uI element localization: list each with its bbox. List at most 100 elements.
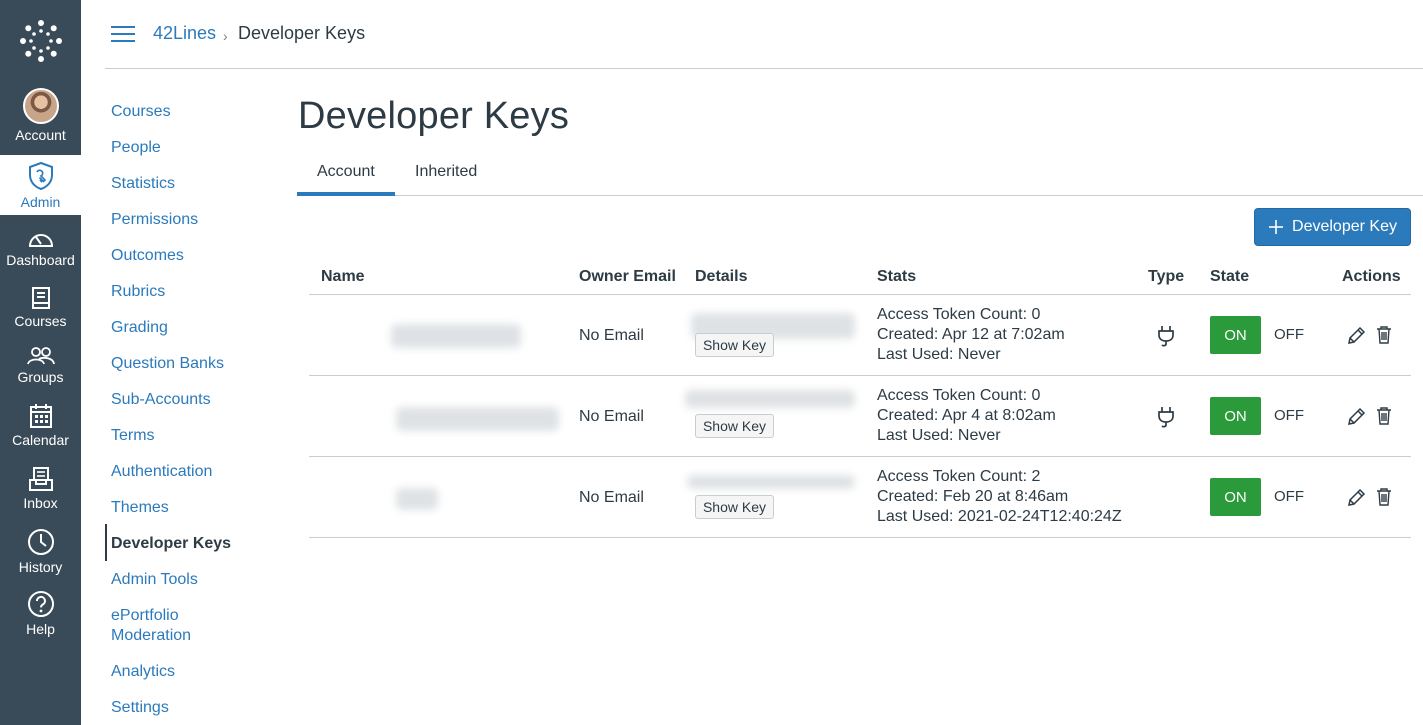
header: 42Lines › Developer Keys — [105, 0, 1423, 69]
state-on-button[interactable]: ON — [1210, 316, 1261, 354]
tab-account[interactable]: Account — [317, 162, 375, 182]
account-nav-developer-keys[interactable]: Developer Keys — [111, 534, 231, 554]
owner-email: No Email — [579, 489, 644, 506]
courses-icon — [31, 287, 50, 309]
plug-icon — [1158, 407, 1174, 428]
state-off-button[interactable]: OFF — [1274, 406, 1304, 426]
account-nav-sub-accounts[interactable]: Sub-Accounts — [111, 390, 211, 410]
key-stats: Access Token Count: 2 Created: Feb 20 at… — [877, 467, 1122, 527]
state-on-button[interactable]: ON — [1210, 397, 1261, 435]
edit-pencil-icon[interactable] — [1346, 326, 1366, 346]
global-nav-label: Groups — [17, 369, 64, 385]
account-nav-moderation[interactable]: Moderation — [111, 626, 191, 646]
global-nav-label: Inbox — [23, 495, 58, 511]
last-used: Last Used: 2021-02-24T12:40:24Z — [877, 508, 1122, 525]
access-token-count: Access Token Count: 2 — [877, 468, 1041, 485]
breadcrumb-root[interactable]: 42Lines — [153, 22, 216, 44]
show-key-button[interactable]: Show Key — [695, 333, 774, 357]
last-used: Last Used: Never — [877, 427, 1001, 444]
page-title: Developer Keys — [298, 95, 570, 137]
account-nav-courses[interactable]: Courses — [111, 102, 171, 122]
show-key-button[interactable]: Show Key — [695, 414, 774, 438]
column-header-name: Name — [321, 268, 365, 285]
global-nav-label: History — [18, 559, 63, 575]
avatar — [22, 88, 59, 124]
global-nav-label: Dashboard — [6, 252, 75, 268]
created-date: Created: Feb 20 at 8:46am — [877, 488, 1069, 505]
global-nav-label: Courses — [14, 313, 67, 329]
global-nav-courses[interactable]: Courses — [0, 286, 81, 338]
account-nav-settings[interactable]: Settings — [111, 698, 169, 718]
history-icon — [27, 529, 54, 555]
table-row: No Email Show Key Access Token Count: 0 … — [309, 295, 1411, 376]
access-token-count: Access Token Count: 0 — [877, 387, 1041, 404]
active-tab-indicator — [297, 192, 395, 196]
delete-trash-icon[interactable] — [1375, 325, 1393, 345]
column-header-owner-email: Owner Email — [579, 268, 676, 285]
add-developer-key-label: Developer Key — [1292, 218, 1397, 235]
active-indicator — [105, 524, 107, 561]
global-nav-history[interactable]: History — [0, 528, 81, 584]
account-nav-themes[interactable]: Themes — [111, 498, 169, 518]
account-nav-permissions[interactable]: Permissions — [111, 210, 198, 230]
groups-icon — [26, 347, 55, 365]
state-on-button[interactable]: ON — [1210, 478, 1261, 516]
global-nav-dashboard[interactable]: Dashboard — [0, 229, 81, 279]
column-header-stats: Stats — [877, 268, 917, 285]
global-nav-inbox[interactable]: Inbox — [0, 466, 81, 522]
edit-pencil-icon[interactable] — [1346, 407, 1366, 427]
state-off-button[interactable]: OFF — [1274, 487, 1304, 507]
state-off-button[interactable]: OFF — [1274, 325, 1304, 345]
table-divider — [309, 537, 1411, 538]
breadcrumb-separator-icon: › — [223, 28, 228, 44]
hamburger-menu-icon[interactable] — [111, 24, 135, 44]
delete-trash-icon[interactable] — [1375, 406, 1393, 426]
account-nav-analytics[interactable]: Analytics — [111, 662, 175, 682]
delete-trash-icon[interactable] — [1375, 487, 1393, 507]
global-nav-label: Account — [15, 127, 66, 143]
account-nav-admin-tools[interactable]: Admin Tools — [111, 570, 198, 590]
key-stats: Access Token Count: 0 Created: Apr 12 at… — [877, 305, 1065, 365]
global-nav: Account Admin Dashboard Courses Groups C… — [0, 0, 81, 725]
account-nav-authentication[interactable]: Authentication — [111, 462, 212, 482]
redacted-key-details — [687, 475, 855, 489]
access-token-count: Access Token Count: 0 — [877, 306, 1041, 323]
global-nav-label: Calendar — [12, 432, 69, 448]
tab-inherited[interactable]: Inherited — [415, 162, 477, 182]
calendar-icon — [29, 404, 52, 428]
account-nav-statistics[interactable]: Statistics — [111, 174, 175, 194]
redacted-key-name — [396, 407, 559, 431]
key-stats: Access Token Count: 0 Created: Apr 4 at … — [877, 386, 1056, 446]
redacted-key-name — [396, 488, 438, 510]
redacted-key-details — [685, 390, 855, 408]
breadcrumb-current: Developer Keys — [238, 23, 366, 43]
global-nav-help[interactable]: Help — [0, 590, 81, 646]
global-nav-calendar[interactable]: Calendar — [0, 403, 81, 459]
account-nav-question-banks[interactable]: Question Banks — [111, 354, 224, 374]
edit-pencil-icon[interactable] — [1346, 488, 1366, 508]
column-header-type: Type — [1148, 268, 1185, 285]
account-nav-eportfolio[interactable]: ePortfolio — [111, 606, 179, 626]
table-row: No Email Show Key Access Token Count: 2 … — [309, 457, 1411, 538]
owner-email: No Email — [579, 327, 644, 344]
inbox-icon — [28, 467, 53, 491]
canvas-logo-icon[interactable] — [0, 0, 81, 82]
created-date: Created: Apr 4 at 8:02am — [877, 407, 1056, 424]
global-nav-admin[interactable]: Admin — [0, 155, 81, 215]
account-nav-grading[interactable]: Grading — [111, 318, 168, 338]
global-nav-account[interactable]: Account — [0, 88, 81, 152]
account-nav-people[interactable]: People — [111, 138, 161, 158]
add-developer-key-button[interactable]: Developer Key — [1254, 208, 1411, 246]
table-row: No Email Show Key Access Token Count: 0 … — [309, 376, 1411, 457]
help-icon — [27, 591, 54, 617]
account-nav-terms[interactable]: Terms — [111, 426, 155, 446]
show-key-button[interactable]: Show Key — [695, 495, 774, 519]
admin-shield-icon — [28, 161, 53, 191]
owner-email: No Email — [579, 408, 644, 425]
global-nav-groups[interactable]: Groups — [0, 346, 81, 398]
account-nav-outcomes[interactable]: Outcomes — [111, 246, 184, 266]
account-nav-rubrics[interactable]: Rubrics — [111, 282, 165, 302]
last-used: Last Used: Never — [877, 346, 1001, 363]
dashboard-icon — [28, 234, 53, 247]
global-nav-label: Help — [26, 621, 55, 637]
